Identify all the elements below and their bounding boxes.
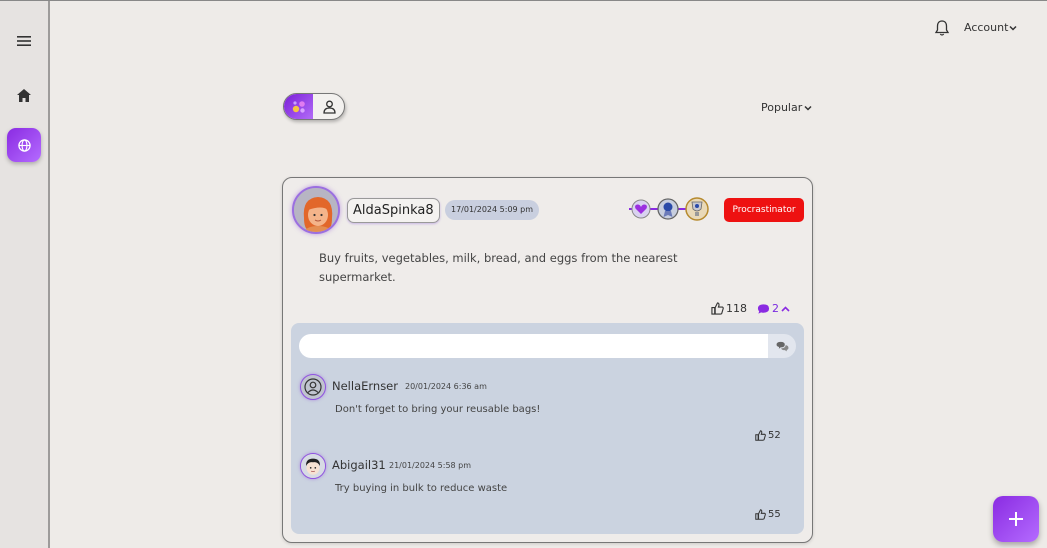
- hamburger-icon: [17, 36, 31, 46]
- top-border: [0, 0, 1047, 1]
- personal-feed-option[interactable]: [314, 94, 344, 119]
- comment-date: 21/01/2024 5:58 pm: [389, 461, 472, 470]
- bubbles-icon: [292, 100, 305, 113]
- sidebar: [0, 1, 50, 548]
- account-menu[interactable]: Account: [964, 21, 1017, 34]
- heart-badge-icon: [631, 199, 651, 219]
- medal-badge-icon: [657, 198, 679, 220]
- user-outline-icon: [304, 378, 322, 396]
- comment-like-count: 55: [768, 509, 781, 520]
- chevron-down-icon: [804, 105, 812, 111]
- commenter-avatar[interactable]: [300, 374, 326, 400]
- globe-icon: [17, 138, 31, 152]
- create-post-button[interactable]: [993, 496, 1039, 542]
- chevron-down-icon: [1009, 25, 1017, 31]
- user-icon: [322, 100, 336, 114]
- post-card: AldaSpinka8 17/01/2024 5:09 pm Procrasti…: [282, 177, 813, 543]
- menu-button[interactable]: [7, 24, 41, 58]
- thumbs-up-icon: [711, 302, 724, 315]
- post-date: 17/01/2024 5:09 pm: [445, 200, 540, 220]
- global-feed-option[interactable]: [284, 94, 313, 119]
- bell-icon[interactable]: [933, 19, 951, 37]
- comment-like-button[interactable]: 55: [755, 509, 781, 520]
- account-label: Account: [964, 21, 1009, 34]
- comment-text: Try buying in bulk to reduce waste: [335, 483, 508, 494]
- comment-like-count: 52: [768, 430, 781, 441]
- plus-icon: [1009, 512, 1023, 526]
- cartoon-avatar-icon: [301, 454, 325, 478]
- feed-toggle[interactable]: [283, 93, 345, 120]
- comments-panel: NellaErnser 20/01/2024 6:36 am Don't for…: [291, 323, 804, 534]
- thumbs-up-icon: [755, 430, 766, 441]
- sort-dropdown[interactable]: Popular: [761, 101, 812, 114]
- thumbs-up-icon: [755, 509, 766, 520]
- chevron-up-icon: [781, 305, 790, 312]
- post-actions: 118 2: [711, 302, 790, 315]
- comment-date: 20/01/2024 6:36 am: [405, 382, 487, 391]
- commenter-username[interactable]: NellaErnser: [332, 379, 398, 393]
- title-badge: Procrastinator: [724, 198, 804, 222]
- comments-toggle[interactable]: 2: [757, 302, 790, 315]
- commenter-username[interactable]: Abigail31: [332, 458, 386, 472]
- explore-button[interactable]: [7, 128, 41, 162]
- home-button[interactable]: [7, 78, 41, 112]
- home-icon: [17, 88, 31, 102]
- send-comment-button[interactable]: [768, 334, 796, 358]
- comment-input[interactable]: [299, 334, 769, 358]
- comment-text: Don't forget to bring your reusable bags…: [335, 404, 541, 415]
- comment-count: 2: [772, 302, 779, 315]
- like-count: 118: [726, 302, 747, 315]
- trophy-badge-icon: [685, 197, 709, 221]
- chat-bubbles-icon: [776, 341, 788, 351]
- comment-icon: [757, 303, 770, 314]
- sort-label: Popular: [761, 101, 803, 114]
- redhead-avatar-icon: [294, 188, 338, 232]
- achievement-badges: [629, 197, 709, 221]
- like-button[interactable]: 118: [711, 302, 747, 315]
- comment-like-button[interactable]: 52: [755, 430, 781, 441]
- author-avatar[interactable]: [292, 186, 340, 234]
- commenter-avatar[interactable]: [300, 453, 326, 479]
- author-username[interactable]: AldaSpinka8: [347, 198, 440, 223]
- post-body: Buy fruits, vegetables, milk, bread, and…: [319, 251, 678, 284]
